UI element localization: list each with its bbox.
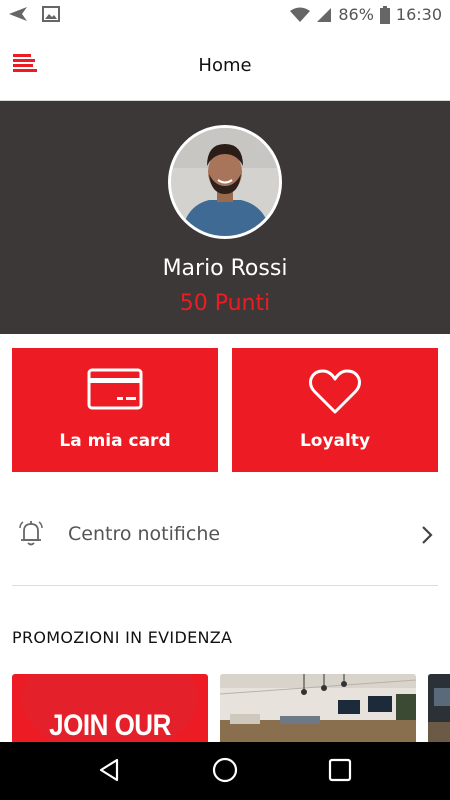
back-button[interactable] (95, 757, 125, 787)
my-card-label: La mia card (59, 431, 171, 451)
promo-card-partial[interactable] (428, 674, 450, 744)
promo-image (428, 674, 450, 744)
home-button[interactable] (210, 757, 240, 787)
recents-icon (327, 757, 353, 787)
wifi-icon (290, 7, 311, 23)
system-nav-bar (0, 742, 450, 800)
notification-center-row[interactable]: Centro notifiche (12, 504, 438, 568)
page-title: Home (198, 55, 252, 76)
home-icon (211, 756, 239, 788)
promo-card-restaurant[interactable] (220, 674, 416, 744)
my-card-tile[interactable]: La mia card (12, 348, 218, 472)
user-name: Mario Rossi (162, 256, 288, 281)
send-icon (8, 6, 28, 22)
heart-icon (232, 368, 438, 416)
notification-center-label: Centro notifiche (68, 523, 221, 545)
section-title: PROMOZIONI IN EVIDENZA (12, 628, 233, 647)
status-left (8, 6, 60, 22)
promo-text: JOIN OUR TEAM (49, 707, 171, 744)
promo-card-join-team[interactable]: JOIN OUR TEAM (12, 674, 208, 744)
loyalty-label: Loyalty (299, 431, 371, 451)
back-icon (97, 757, 123, 787)
loyalty-tile[interactable]: Loyalty (232, 348, 438, 472)
battery-icon (379, 5, 390, 24)
restaurant-image (220, 674, 416, 744)
status-bar: 86% 16:30 (0, 0, 450, 30)
chevron-right-icon (420, 524, 434, 550)
app-bar: Home (0, 30, 450, 101)
profile-header: Mario Rossi 50 Punti (0, 101, 450, 334)
user-points: 50 Punti (179, 291, 271, 316)
bell-icon (16, 518, 46, 552)
promotions-carousel[interactable]: JOIN OUR TEAM (0, 674, 450, 744)
status-right: 86% 16:30 (290, 5, 442, 24)
image-icon (42, 6, 60, 22)
credit-card-icon (12, 368, 218, 410)
avatar[interactable] (168, 125, 282, 239)
status-time: 16:30 (395, 5, 442, 24)
signal-icon (316, 7, 332, 23)
recents-button[interactable] (325, 757, 355, 787)
battery-percent: 86% (338, 5, 374, 24)
divider (12, 585, 438, 586)
